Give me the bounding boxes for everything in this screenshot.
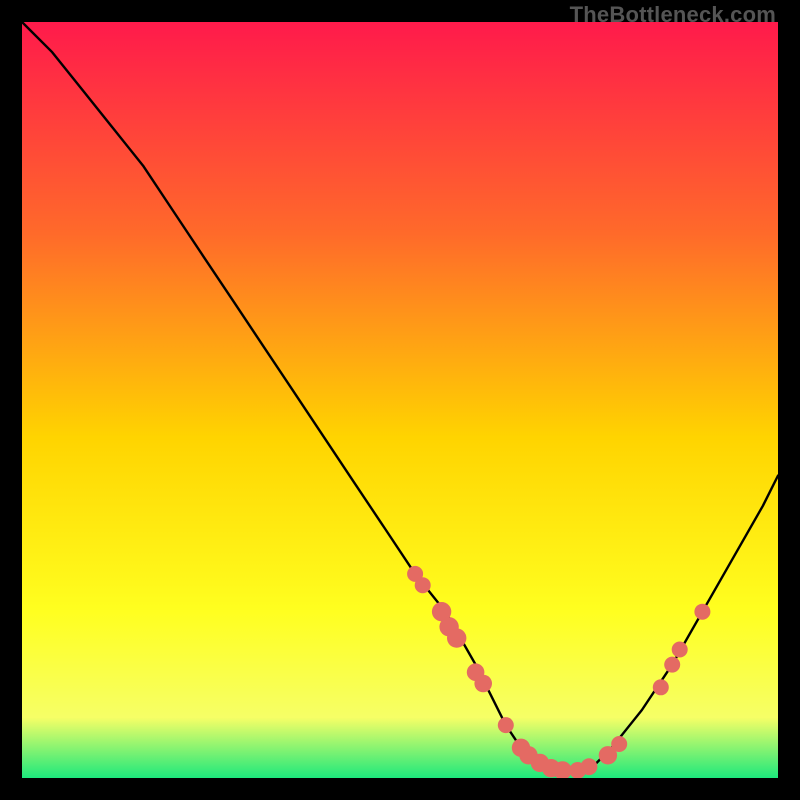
curve-marker: [672, 642, 688, 658]
curve-marker: [653, 679, 669, 695]
bottleneck-chart: [22, 22, 778, 778]
curve-marker: [498, 717, 514, 733]
watermark-text: TheBottleneck.com: [570, 2, 776, 28]
curve-marker: [447, 628, 466, 647]
curve-marker: [694, 604, 710, 620]
curve-marker: [664, 657, 680, 673]
curve-marker: [415, 577, 431, 593]
curve-marker: [474, 675, 492, 693]
curve-marker: [611, 736, 627, 752]
curve-marker: [581, 758, 598, 775]
chart-frame: [22, 22, 778, 778]
